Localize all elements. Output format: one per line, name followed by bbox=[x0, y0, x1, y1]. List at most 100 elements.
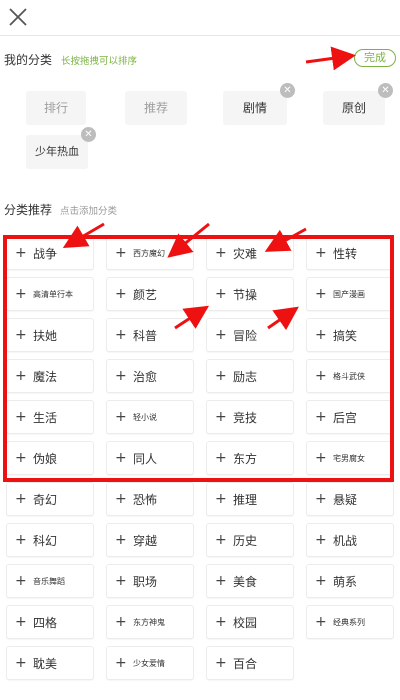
category-add-button[interactable]: + 四格 bbox=[6, 605, 94, 639]
category-label: 节操 bbox=[233, 287, 258, 302]
category-label: 校园 bbox=[233, 615, 258, 630]
my-tag-label: 原创 bbox=[341, 101, 366, 115]
category-add-button[interactable]: + 颜艺 bbox=[106, 277, 194, 311]
category-label: 耽美 bbox=[33, 656, 58, 671]
category-add-button[interactable]: + 科幻 bbox=[6, 523, 94, 557]
plus-icon: + bbox=[215, 245, 227, 261]
recommended-title: 分类推荐 bbox=[4, 203, 53, 217]
plus-icon: + bbox=[215, 614, 227, 630]
plus-icon: + bbox=[15, 286, 27, 302]
category-add-button[interactable]: + 性转 bbox=[306, 236, 394, 270]
my-tag-label: 剧情 bbox=[242, 101, 267, 115]
plus-icon: + bbox=[15, 491, 27, 507]
category-label: 竞技 bbox=[233, 410, 258, 425]
my-tag-shonen[interactable]: 少年热血 ✕ bbox=[26, 127, 96, 169]
my-tag-label: 少年热血 bbox=[35, 145, 79, 158]
category-add-button[interactable]: + 节操 bbox=[206, 277, 294, 311]
category-add-button[interactable]: + 魔法 bbox=[6, 359, 94, 393]
category-add-button[interactable]: + 推理 bbox=[206, 482, 294, 516]
category-add-button[interactable]: + 宅男腐女 bbox=[306, 441, 394, 475]
plus-icon: + bbox=[15, 409, 27, 425]
my-categories-title: 我的分类 bbox=[4, 53, 53, 67]
category-label: 悬疑 bbox=[333, 492, 358, 507]
category-add-button[interactable]: + 职场 bbox=[106, 564, 194, 598]
plus-icon: + bbox=[215, 573, 227, 589]
plus-icon: + bbox=[115, 286, 127, 302]
category-add-button[interactable]: + 冒险 bbox=[206, 318, 294, 352]
category-add-button[interactable]: + 励志 bbox=[206, 359, 294, 393]
category-label: 宅男腐女 bbox=[333, 453, 365, 463]
category-add-button[interactable]: + 国产漫画 bbox=[306, 277, 394, 311]
category-label: 格斗武侠 bbox=[333, 371, 365, 381]
category-label: 战争 bbox=[33, 246, 58, 261]
my-tag-original[interactable]: 原创 ✕ bbox=[323, 83, 393, 125]
category-add-button[interactable]: + 音乐舞蹈 bbox=[6, 564, 94, 598]
plus-icon: + bbox=[315, 409, 327, 425]
category-add-button[interactable]: + 伪娘 bbox=[6, 441, 94, 475]
plus-icon: + bbox=[15, 368, 27, 384]
category-label: 四格 bbox=[33, 615, 58, 630]
remove-tag-icon[interactable]: ✕ bbox=[280, 83, 295, 98]
category-add-button[interactable]: + 格斗武侠 bbox=[306, 359, 394, 393]
category-add-button[interactable]: + 战争 bbox=[6, 236, 94, 270]
plus-icon: + bbox=[215, 450, 227, 466]
category-label: 伪娘 bbox=[33, 451, 58, 466]
category-settings-page: 我的分类 长按拖拽可以排序 完成 排行 推荐 剧情 ✕ 原创 ✕ 少年热血 ✕ … bbox=[0, 0, 400, 700]
category-add-button[interactable]: + 科普 bbox=[106, 318, 194, 352]
plus-icon: + bbox=[315, 491, 327, 507]
remove-tag-icon[interactable]: ✕ bbox=[378, 83, 393, 98]
my-tag-plot[interactable]: 剧情 ✕ bbox=[223, 83, 295, 125]
category-add-button[interactable]: + 灾难 bbox=[206, 236, 294, 270]
plus-icon: + bbox=[315, 368, 327, 384]
category-add-button[interactable]: + 耽美 bbox=[6, 646, 94, 680]
plus-icon: + bbox=[15, 245, 27, 261]
category-label: 同人 bbox=[133, 451, 158, 466]
category-label: 少女爱情 bbox=[133, 658, 165, 668]
plus-icon: + bbox=[115, 614, 127, 630]
category-add-button[interactable]: + 百合 bbox=[206, 646, 294, 680]
category-add-button[interactable]: + 治愈 bbox=[106, 359, 194, 393]
category-add-button[interactable]: + 萌系 bbox=[306, 564, 394, 598]
category-add-button[interactable]: + 东方神鬼 bbox=[106, 605, 194, 639]
category-label: 国产漫画 bbox=[333, 289, 365, 299]
category-label: 灾难 bbox=[233, 246, 258, 261]
category-add-button[interactable]: + 东方 bbox=[206, 441, 294, 475]
category-add-button[interactable]: + 机战 bbox=[306, 523, 394, 557]
category-add-button[interactable]: + 生活 bbox=[6, 400, 94, 434]
category-add-button[interactable]: + 奇幻 bbox=[6, 482, 94, 516]
category-label: 音乐舞蹈 bbox=[33, 576, 65, 586]
my-tag-label: 排行 bbox=[43, 101, 68, 115]
category-label: 百合 bbox=[233, 656, 258, 671]
remove-tag-icon[interactable]: ✕ bbox=[81, 127, 96, 142]
category-add-button[interactable]: + 美食 bbox=[206, 564, 294, 598]
plus-icon: + bbox=[15, 573, 27, 589]
category-add-button[interactable]: + 后宫 bbox=[306, 400, 394, 434]
category-add-button[interactable]: + 校园 bbox=[206, 605, 294, 639]
plus-icon: + bbox=[215, 327, 227, 343]
category-label: 轻小说 bbox=[133, 412, 157, 422]
category-add-button[interactable]: + 穿越 bbox=[106, 523, 194, 557]
category-label: 机战 bbox=[333, 533, 358, 548]
category-add-button[interactable]: + 恐怖 bbox=[106, 482, 194, 516]
category-add-button[interactable]: + 历史 bbox=[206, 523, 294, 557]
category-add-button[interactable]: + 西方魔幻 bbox=[106, 236, 194, 270]
plus-icon: + bbox=[115, 532, 127, 548]
plus-icon: + bbox=[315, 286, 327, 302]
category-add-button[interactable]: + 轻小说 bbox=[106, 400, 194, 434]
category-label: 东方 bbox=[233, 451, 258, 466]
category-add-button[interactable]: + 悬疑 bbox=[306, 482, 394, 516]
category-add-button[interactable]: + 扶她 bbox=[6, 318, 94, 352]
category-add-button[interactable]: + 同人 bbox=[106, 441, 194, 475]
category-add-button[interactable]: + 搞笑 bbox=[306, 318, 394, 352]
close-icon[interactable] bbox=[6, 5, 30, 29]
category-add-button[interactable]: + 竞技 bbox=[206, 400, 294, 434]
done-button[interactable]: 完成 bbox=[354, 49, 396, 67]
plus-icon: + bbox=[115, 573, 127, 589]
category-add-button[interactable]: + 高清单行本 bbox=[6, 277, 94, 311]
category-label: 励志 bbox=[233, 369, 258, 384]
category-add-button[interactable]: + 经典系列 bbox=[306, 605, 394, 639]
category-add-button[interactable]: + 少女爱情 bbox=[106, 646, 194, 680]
plus-icon: + bbox=[215, 532, 227, 548]
drag-sort-hint: 长按拖拽可以排序 bbox=[61, 56, 138, 67]
category-label: 美食 bbox=[233, 574, 258, 589]
